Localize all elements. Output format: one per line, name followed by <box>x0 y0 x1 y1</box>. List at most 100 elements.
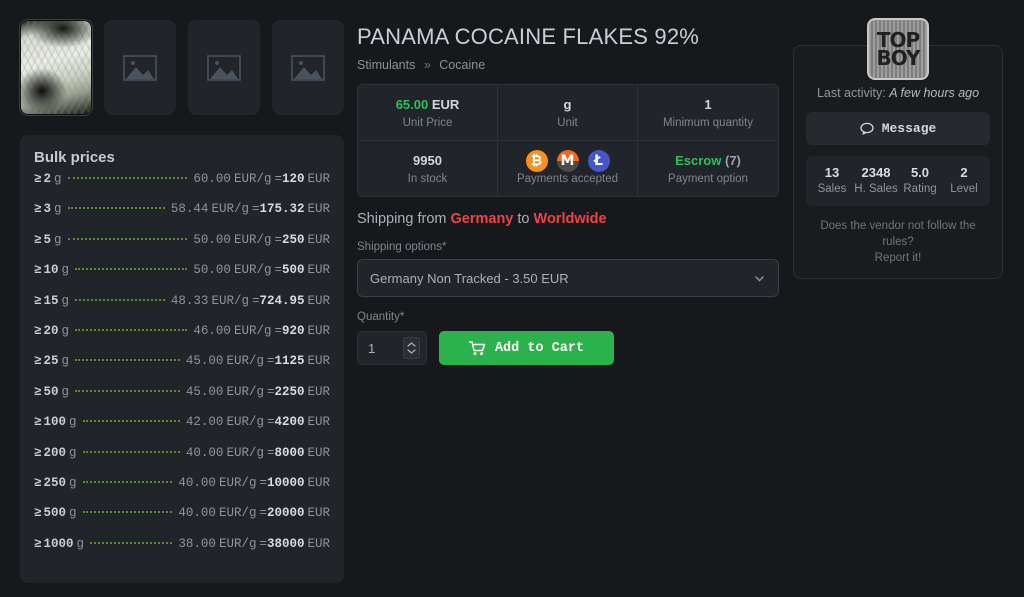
quantity-input[interactable]: 1 <box>368 341 403 356</box>
bulk-price-row: ≥500 g 40.00 EUR/g = 20000 EUR <box>34 506 330 536</box>
bulk-currency: EUR <box>307 263 330 278</box>
bulk-rate-unit: EUR/g <box>233 232 272 247</box>
bulk-leader-dots <box>67 207 165 210</box>
quantity-label: Quantity* <box>357 311 405 323</box>
breadcrumb-subcategory[interactable]: Cocaine <box>439 58 485 72</box>
spinner-down-icon[interactable] <box>407 349 416 354</box>
vendor-stat: 13 Sales <box>810 165 854 198</box>
gallery-thumbnail-1[interactable] <box>20 20 93 115</box>
report-line1: Does the vendor not follow the rules? <box>820 219 976 248</box>
unit-value: g <box>563 97 572 112</box>
bulk-quantity: 2 <box>43 172 52 186</box>
report-vendor-link[interactable]: Does the vendor not follow the rules? Re… <box>806 218 990 266</box>
bulk-quantity: 100 <box>43 415 67 430</box>
bulk-equals: = <box>259 536 267 551</box>
unit-price-currency: EUR <box>431 97 460 112</box>
breadcrumb-category[interactable]: Stimulants <box>357 58 415 72</box>
product-page: Bulk prices ≥2 g 60.00 EUR/g = 120 EUR ≥3 g 58.44… <box>0 0 1024 597</box>
unit-price-amount: 65.00 <box>395 97 429 112</box>
bulk-ge-symbol: ≥ <box>34 172 42 186</box>
bulk-equals: = <box>266 445 275 460</box>
bulk-ge-symbol: ≥ <box>34 293 42 308</box>
bulk-ge-symbol: ≥ <box>34 506 42 521</box>
bulk-unit: g <box>69 415 77 430</box>
bulk-rate-unit: EUR/g <box>226 445 264 460</box>
bulk-price-row: ≥15 g 48.33 EUR/g = 724.95 EUR <box>34 294 330 324</box>
spinner-up-icon[interactable] <box>407 342 416 347</box>
bulk-unit: g <box>54 172 62 186</box>
shipping-options-select[interactable]: Germany Non Tracked - 3.50 EUR <box>357 259 779 297</box>
escrow-value: Escrow (7) <box>644 151 772 170</box>
minimum-quantity-value: 1 <box>704 97 712 112</box>
payments-label: Payments accepted <box>516 173 618 185</box>
shipping-to: Worldwide <box>533 211 607 227</box>
bulk-price-row: ≥1000 g 38.00 EUR/g = 38000 EUR <box>34 537 330 567</box>
bulk-ge-symbol: ≥ <box>34 202 42 217</box>
vendor-stat: 2348 H. Sales <box>854 165 898 198</box>
bulk-total: 120 <box>281 172 305 186</box>
shipping-options-label: Shipping options* <box>357 241 447 253</box>
bulk-rate-unit: EUR/g <box>226 384 264 399</box>
bulk-unit: g <box>61 354 70 369</box>
gallery-thumbnail-2[interactable] <box>104 20 177 115</box>
bulk-quantity: 250 <box>43 475 67 490</box>
gallery-thumbnail-3[interactable] <box>188 20 261 115</box>
escrow-text: Escrow <box>675 153 722 168</box>
bulk-rate: 40.00 <box>185 445 224 460</box>
bulk-leader-dots <box>82 480 173 483</box>
bulk-total: 2250 <box>274 384 305 399</box>
bulk-equals: = <box>259 475 267 490</box>
bulk-total: 250 <box>281 232 305 247</box>
add-to-cart-button[interactable]: Add to Cart <box>439 331 614 365</box>
payment-icons: ₿ M Ł <box>504 149 631 172</box>
bulk-equals: = <box>274 263 282 278</box>
image-placeholder-icon <box>291 54 325 81</box>
bulk-currency: EUR <box>307 293 330 308</box>
bulk-prices-panel: Bulk prices ≥2 g 60.00 EUR/g = 120 EUR ≥3 g 58.44… <box>20 135 344 584</box>
vendor-card: Last activity: A few hours ago Message 1… <box>793 45 1003 279</box>
message-button[interactable]: Message <box>806 112 990 145</box>
bulk-rate: 45.00 <box>185 384 224 399</box>
bulk-rate-unit: EUR/g <box>218 506 257 521</box>
bulk-price-row: ≥2 g 60.00 EUR/g = 120 EUR <box>34 172 330 202</box>
message-bubble-icon <box>860 122 874 135</box>
bulk-unit: g <box>54 202 62 217</box>
bulk-rate-unit: EUR/g <box>211 293 249 308</box>
bulk-equals: = <box>274 323 282 338</box>
bulk-total: 920 <box>281 323 305 338</box>
bulk-ge-symbol: ≥ <box>34 445 42 460</box>
bulk-price-row: ≥3 g 58.44 EUR/g = 175.32 EUR <box>34 202 330 232</box>
quantity-row: 1 Add to Cart <box>357 331 779 365</box>
vendor-avatar-line2: BOY <box>876 46 920 70</box>
bulk-quantity: 3 <box>43 202 52 217</box>
shipping-from: Germany <box>450 211 514 227</box>
bulk-rate-unit: EUR/g <box>233 172 272 186</box>
minimum-quantity-label: Minimum quantity <box>662 117 754 129</box>
bulk-currency: EUR <box>307 506 330 521</box>
shipping-middle: to <box>513 211 534 227</box>
gallery-thumbnail-4[interactable] <box>272 20 345 115</box>
bulk-equals: = <box>266 384 275 399</box>
vendor-stat-value: 2 <box>960 165 968 180</box>
bitcoin-icon: ₿ <box>525 149 548 172</box>
bulk-rate: 58.44 <box>170 202 209 217</box>
unit-label: Unit <box>557 117 578 129</box>
bulk-quantity: 10 <box>43 263 59 278</box>
vendor-stat-label: Level <box>950 183 978 195</box>
product-info-grid: 65.00 EUR Unit Price g Unit 1 Minimum qu… <box>357 84 779 197</box>
report-line2: Report it! <box>874 251 922 264</box>
message-label: Message <box>881 121 937 136</box>
bulk-equals: = <box>266 354 275 369</box>
bulk-total: 175.32 <box>259 202 305 217</box>
quantity-spinner-icon[interactable] <box>403 337 420 359</box>
bulk-equals: = <box>259 506 267 521</box>
bulk-equals: = <box>274 232 282 247</box>
quantity-stepper[interactable]: 1 <box>357 331 427 365</box>
bulk-rate: 40.00 <box>178 475 216 490</box>
bulk-unit: g <box>54 232 62 247</box>
vendor-stat-label: Rating <box>903 183 937 195</box>
bulk-ge-symbol: ≥ <box>34 384 42 399</box>
image-placeholder-icon <box>123 54 157 81</box>
vendor-avatar[interactable]: TOP BOY <box>867 18 929 80</box>
bulk-rate-unit: EUR/g <box>226 415 264 430</box>
